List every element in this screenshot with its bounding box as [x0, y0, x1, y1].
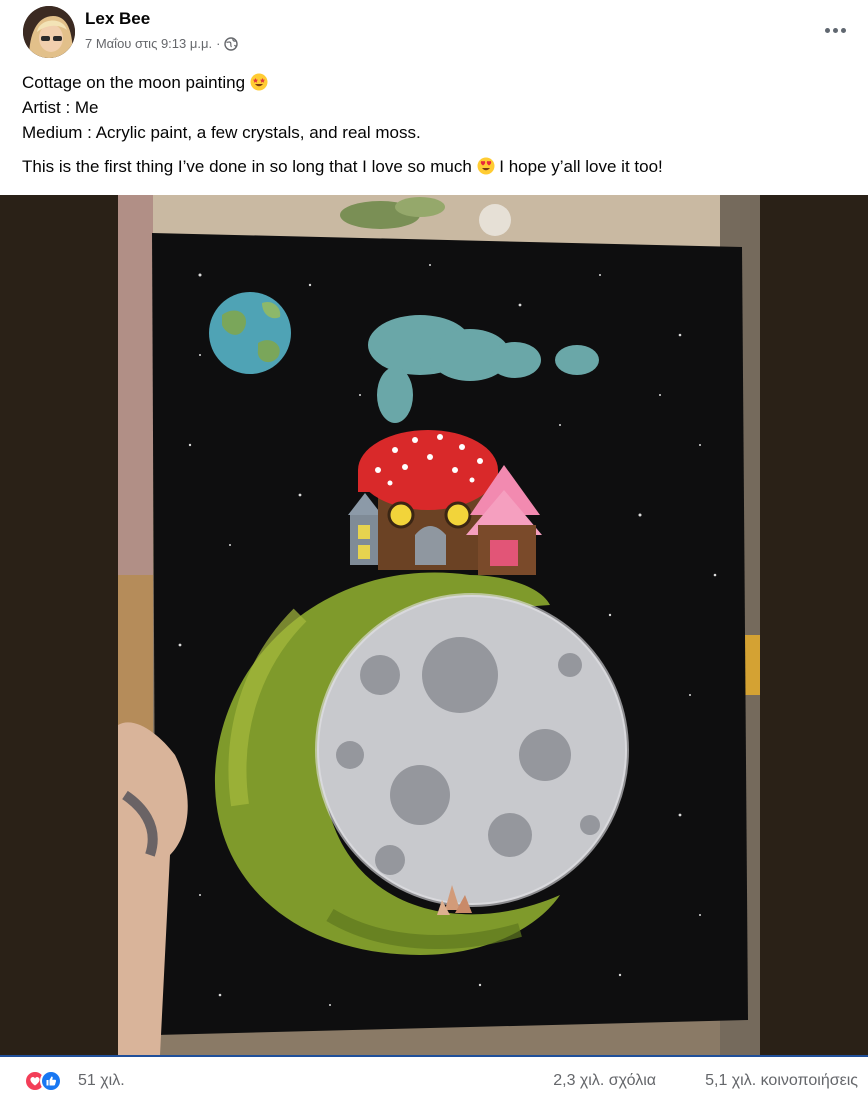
timestamp[interactable]: 7 Μαΐου στις 9:13 μ.μ.: [85, 36, 212, 51]
reaction-icons[interactable]: [24, 1070, 62, 1092]
caption-title: Cottage on the moon painting: [22, 73, 246, 92]
reactions-bar: 51 χιλ. 2,3 χιλ. σχόλια 5,1 χιλ. κοινοπο…: [0, 1055, 868, 1100]
globe-icon[interactable]: [224, 36, 239, 51]
reactions-count[interactable]: 51 χιλ.: [78, 1072, 125, 1090]
post-text: Cottage on the moon painting Artist : Me…: [22, 70, 852, 179]
caption-body-b: I hope y’all love it too!: [499, 157, 663, 176]
star-struck-emoji-icon: [250, 73, 268, 91]
post-text-line: This is the first thing I’ve done in so …: [22, 154, 852, 179]
post-text-line: Medium : Acrylic paint, a few crystals, …: [22, 123, 421, 142]
shares-count[interactable]: 5,1 χιλ. κοινοποιήσεις: [705, 1072, 858, 1090]
caption-body-a: This is the first thing I’ve done in so …: [22, 157, 472, 176]
avatar[interactable]: [23, 6, 75, 58]
post-text-line: Cottage on the moon painting: [22, 70, 852, 95]
comments-count[interactable]: 2,3 χιλ. σχόλια: [553, 1072, 656, 1090]
more-options-icon[interactable]: [820, 18, 850, 42]
post-photo[interactable]: [0, 195, 868, 1055]
meta-separator: ·: [216, 36, 221, 51]
heart-eyes-emoji-icon: [477, 157, 495, 175]
post-meta: 7 Μαΐου στις 9:13 μ.μ. ·: [85, 36, 239, 51]
author-name[interactable]: Lex Bee: [85, 9, 150, 29]
post-header: Lex Bee 7 Μαΐου στις 9:13 μ.μ. ·: [0, 0, 868, 64]
post-text-line: Artist : Me: [22, 98, 99, 117]
like-reaction-icon[interactable]: [40, 1070, 62, 1092]
